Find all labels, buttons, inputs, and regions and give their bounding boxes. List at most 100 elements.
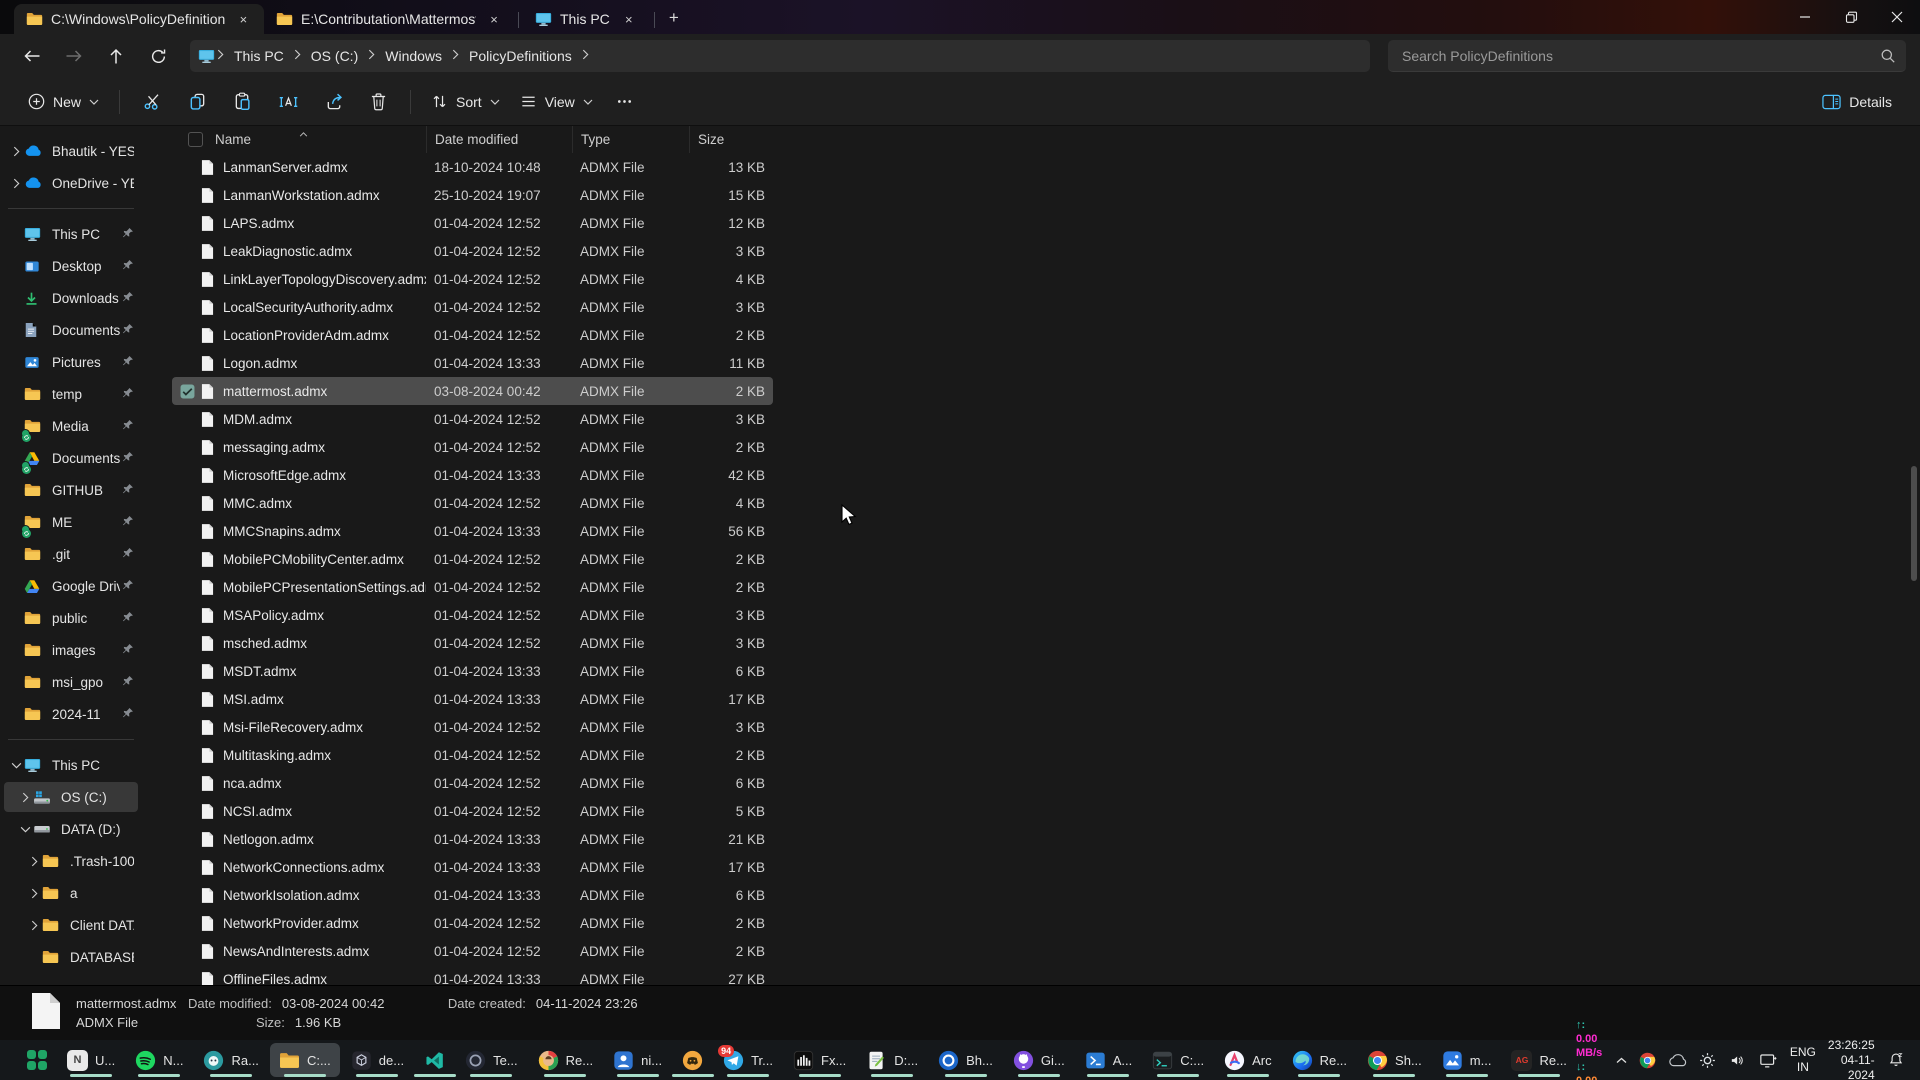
row-checkbox[interactable] <box>180 944 195 959</box>
taskbar-spotify[interactable]: N... <box>126 1043 192 1077</box>
column-header-size[interactable]: Size <box>689 126 773 153</box>
tab-3[interactable]: This PC× <box>523 4 650 34</box>
breadcrumb-item-windows[interactable]: Windows <box>377 45 450 67</box>
sidebar-item-temp[interactable]: temp <box>4 379 138 409</box>
row-checkbox[interactable] <box>180 188 195 203</box>
sidebar-item--trash-1000[interactable]: .Trash-1000 <box>4 846 138 876</box>
taskbar-nimbus[interactable]: ni... <box>604 1043 671 1077</box>
sidebar-item-os-c-[interactable]: OS (C:) <box>4 782 138 812</box>
close-button[interactable] <box>1874 0 1920 34</box>
sidebar-item-data-d-[interactable]: DATA (D:) <box>4 814 138 844</box>
taskbar-notepad[interactable]: NU... <box>58 1043 124 1077</box>
row-checkbox[interactable] <box>180 468 195 483</box>
row-checkbox[interactable] <box>180 244 195 259</box>
row-checkbox[interactable] <box>180 524 195 539</box>
column-header-type[interactable]: Type <box>572 126 689 153</box>
row-checkbox-checked[interactable] <box>180 384 195 399</box>
details-pane-button[interactable]: Details <box>1812 87 1902 117</box>
language-indicator[interactable]: ENG IN <box>1790 1045 1816 1075</box>
table-row-mobilepcpresentationsettings-admx[interactable]: MobilePCPresentationSettings.admx01-04-2… <box>172 573 773 601</box>
share-button[interactable] <box>312 85 357 118</box>
table-row-mattermost-admx[interactable]: mattermost.admx03-08-2024 00:42ADMX File… <box>172 377 773 405</box>
sidebar-item-images[interactable]: images <box>4 635 138 665</box>
chrome-tray-icon[interactable] <box>1639 1052 1656 1069</box>
row-checkbox[interactable] <box>180 160 195 175</box>
chevron-down-icon[interactable] <box>8 762 24 769</box>
column-header-date-modified[interactable]: Date modified <box>426 126 572 153</box>
taskbar-chrome[interactable]: Sh... <box>1358 1043 1431 1077</box>
row-checkbox[interactable] <box>180 300 195 315</box>
taskbar-notepad-plus-plus[interactable]: D:... <box>857 1043 927 1077</box>
taskbar-file-explorer[interactable]: C:... <box>270 1043 340 1077</box>
row-checkbox[interactable] <box>180 748 195 763</box>
row-checkbox[interactable] <box>180 972 195 986</box>
table-row-mobilepcmobilitycenter-admx[interactable]: MobilePCMobilityCenter.admx01-04-2024 12… <box>172 545 773 573</box>
minimize-button[interactable] <box>1782 0 1828 34</box>
forward-button[interactable] <box>56 40 92 72</box>
tab-close-button[interactable]: × <box>618 8 640 30</box>
sidebar-item-this-pc[interactable]: This PC <box>4 750 138 780</box>
sidebar-item-google-drive[interactable]: Google Drive <box>4 571 138 601</box>
sidebar-item-onedrive-yese[interactable]: OneDrive - YESE <box>4 168 138 198</box>
sidebar-item-documents[interactable]: Documents <box>4 443 138 473</box>
row-checkbox[interactable] <box>180 720 195 735</box>
chevron-right-icon[interactable] <box>26 888 42 899</box>
breadcrumb-item-policydefinitions[interactable]: PolicyDefinitions <box>461 45 580 67</box>
table-row-leakdiagnostic-admx[interactable]: LeakDiagnostic.admx01-04-2024 12:52ADMX … <box>172 237 773 265</box>
up-button[interactable] <box>98 40 134 72</box>
sidebar-item-bhautik-yesbi[interactable]: Bhautik - YESBI <box>4 136 138 166</box>
paste-button[interactable] <box>220 85 265 118</box>
taskbar-arc-browser[interactable]: Arc <box>1215 1043 1281 1077</box>
cut-button[interactable] <box>130 85 175 118</box>
row-checkbox[interactable] <box>180 888 195 903</box>
row-checkbox[interactable] <box>180 552 195 567</box>
row-checkbox[interactable] <box>180 440 195 455</box>
row-checkbox[interactable] <box>180 776 195 791</box>
table-row-nca-admx[interactable]: nca.admx01-04-2024 12:52ADMX File6 KB <box>172 769 773 797</box>
table-row-logon-admx[interactable]: Logon.admx01-04-2024 13:33ADMX File11 KB <box>172 349 773 377</box>
table-row-multitasking-admx[interactable]: Multitasking.admx01-04-2024 12:52ADMX Fi… <box>172 741 773 769</box>
vertical-scrollbar-thumb[interactable] <box>1911 466 1917 581</box>
chevron-down-icon[interactable] <box>17 826 33 833</box>
row-checkbox[interactable] <box>180 356 195 371</box>
table-row-lanmanserver-admx[interactable]: LanmanServer.admx18-10-2024 10:48ADMX Fi… <box>172 153 773 181</box>
table-row-linklayertopologydiscovery-admx[interactable]: LinkLayerTopologyDiscovery.admx01-04-202… <box>172 265 773 293</box>
sidebar-item-github[interactable]: GITHUB <box>4 475 138 505</box>
sidebar-item-desktop[interactable]: Desktop <box>4 251 138 281</box>
taskbar-vscode[interactable] <box>415 1043 454 1077</box>
table-row-locationprovideradm-admx[interactable]: LocationProviderAdm.admx01-04-2024 12:52… <box>172 321 773 349</box>
sidebar-item-pictures[interactable]: Pictures <box>4 347 138 377</box>
taskbar-telegram-desktop[interactable]: Te... <box>456 1043 527 1077</box>
tab-1[interactable]: C:\Windows\PolicyDefinitions× <box>14 4 264 34</box>
taskbar-powershell[interactable]: A... <box>1076 1043 1142 1077</box>
hidden-icons-button[interactable] <box>1616 1057 1627 1064</box>
sidebar-item-client-data[interactable]: Client DATA <box>4 910 138 940</box>
notification-bell-icon[interactable] <box>1887 1051 1905 1069</box>
table-row-mmc-admx[interactable]: MMC.admx01-04-2024 12:52ADMX File4 KB <box>172 489 773 517</box>
table-row-msi-admx[interactable]: MSI.admx01-04-2024 13:33ADMX File17 KB <box>172 685 773 713</box>
row-checkbox[interactable] <box>180 692 195 707</box>
taskbar-terminal[interactable]: C:... <box>1143 1043 1213 1077</box>
new-button[interactable]: New <box>18 86 109 117</box>
taskbar-onepassword[interactable]: Bh... <box>929 1043 1002 1077</box>
display-cast-tray-icon[interactable] <box>1759 1052 1778 1069</box>
taskbar-telegram[interactable]: Tr...94 <box>714 1043 782 1077</box>
copy-button[interactable] <box>175 85 220 118</box>
table-row-msapolicy-admx[interactable]: MSAPolicy.admx01-04-2024 12:52ADMX File3… <box>172 601 773 629</box>
table-row-msdt-admx[interactable]: MSDT.admx01-04-2024 13:33ADMX File6 KB <box>172 657 773 685</box>
sidebar-item-this-pc[interactable]: This PC <box>4 219 138 249</box>
maximize-button[interactable] <box>1828 0 1874 34</box>
see-more-button[interactable] <box>603 86 646 117</box>
chevron-right-icon[interactable] <box>26 920 42 931</box>
table-row-networkprovider-admx[interactable]: NetworkProvider.admx01-04-2024 12:52ADMX… <box>172 909 773 937</box>
taskbar-deepin-app[interactable]: de... <box>342 1043 413 1077</box>
sort-button[interactable]: Sort <box>421 86 510 117</box>
table-row-lanmanworkstation-admx[interactable]: LanmanWorkstation.admx25-10-2024 19:07AD… <box>172 181 773 209</box>
row-checkbox[interactable] <box>180 636 195 651</box>
row-checkbox[interactable] <box>180 216 195 231</box>
select-all-checkbox[interactable] <box>188 132 203 147</box>
table-row-newsandinterests-admx[interactable]: NewsAndInterests.admx01-04-2024 12:52ADM… <box>172 937 773 965</box>
table-row-mdm-admx[interactable]: MDM.admx01-04-2024 12:52ADMX File3 KB <box>172 405 773 433</box>
taskbar-fxsound[interactable]: Fx... <box>784 1043 855 1077</box>
chevron-right-icon[interactable] <box>17 792 33 803</box>
